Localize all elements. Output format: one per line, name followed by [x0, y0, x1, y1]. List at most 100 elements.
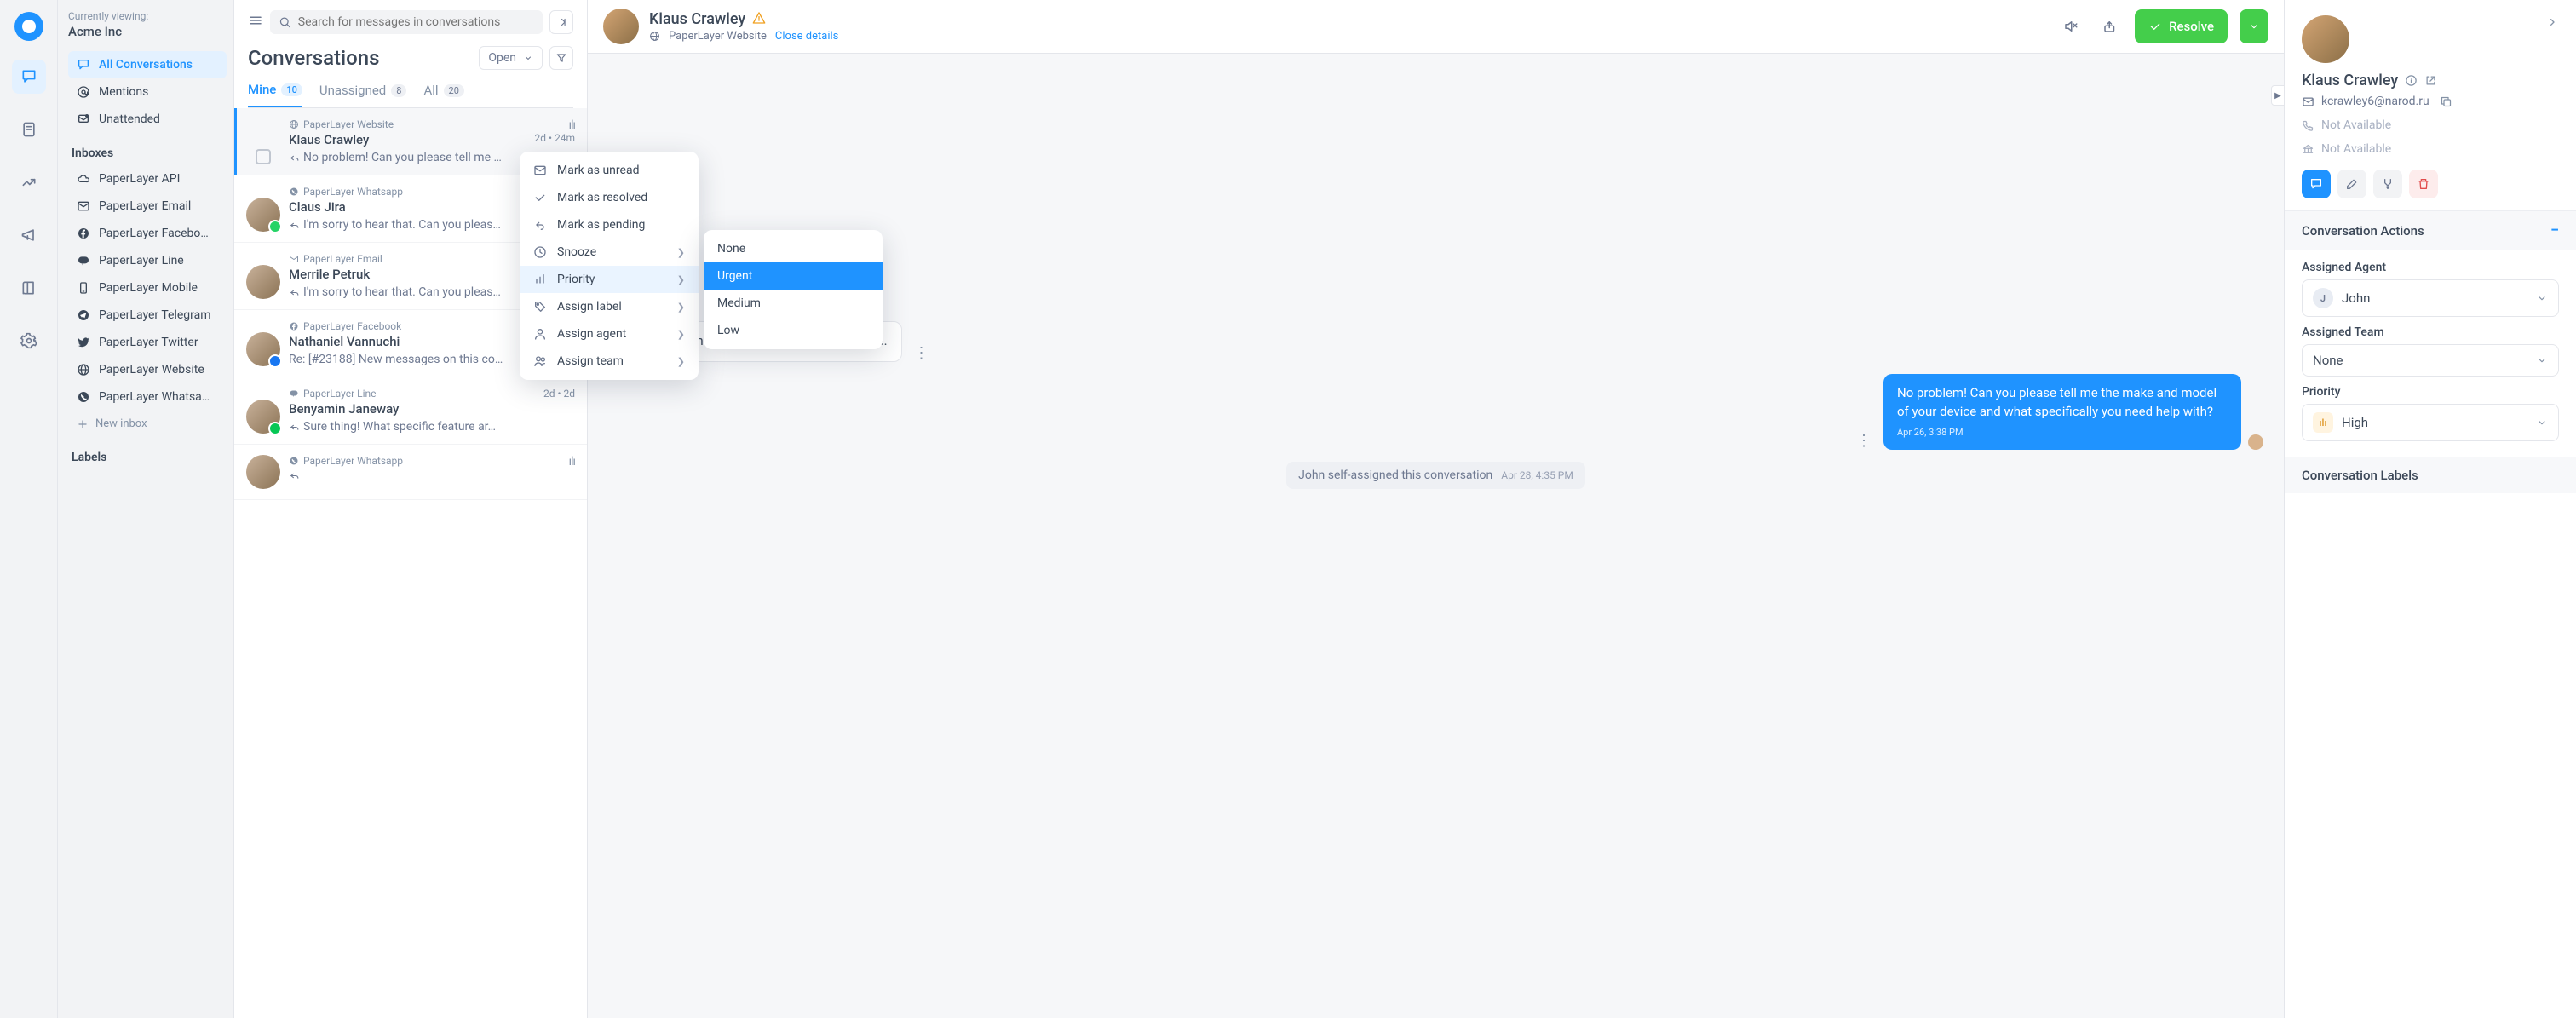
priority-option[interactable]: Low: [704, 317, 883, 344]
new-inbox-button[interactable]: New inbox: [68, 411, 227, 437]
contact-name[interactable]: Klaus Crawley: [649, 10, 745, 28]
search-field[interactable]: [298, 15, 534, 29]
new-conversation-button[interactable]: [2302, 170, 2331, 198]
new-inbox-label: New inbox: [95, 417, 147, 430]
priority-value: High: [2342, 415, 2368, 430]
conversation-actions-header[interactable]: Conversation Actions −: [2285, 210, 2576, 250]
contact-avatar[interactable]: [603, 9, 639, 44]
collapse-details-handle[interactable]: ▶: [2271, 85, 2285, 106]
context-menu-item[interactable]: Snooze❯: [520, 239, 699, 266]
check-icon: [2148, 20, 2162, 33]
priority-dropdown[interactable]: ılı High: [2302, 404, 2559, 441]
inbox-item[interactable]: PaperLayer Website: [68, 356, 227, 383]
details-panel: Klaus Crawley kcrawley6@narod.ru Not Ava…: [2285, 0, 2576, 1018]
rail-reports-icon[interactable]: [12, 165, 46, 199]
context-menu-item[interactable]: Mark as pending: [520, 211, 699, 239]
context-menu-item[interactable]: Priority❯NoneUrgentMediumLow: [520, 266, 699, 293]
resolve-dropdown[interactable]: [2240, 9, 2268, 43]
context-menu-item[interactable]: Assign label❯: [520, 293, 699, 320]
conversation-contact-name: Benyamin Janeway: [289, 401, 535, 417]
context-menu-item[interactable]: Mark as unread: [520, 157, 699, 184]
tab-mine[interactable]: Mine10: [248, 82, 302, 107]
external-link-icon[interactable]: [2424, 74, 2437, 87]
user-icon: [533, 327, 547, 341]
mention-icon: [77, 85, 90, 99]
info-icon[interactable]: [2405, 74, 2418, 87]
line-icon: [289, 388, 299, 399]
priority-option[interactable]: None: [704, 235, 883, 262]
context-menu-item[interactable]: Assign agent❯: [520, 320, 699, 348]
details-expand-chevron[interactable]: [2545, 15, 2559, 32]
tab-count: 10: [281, 83, 302, 96]
conversation-item[interactable]: PaperLayer Whatsapp ılı: [234, 445, 587, 500]
app-logo[interactable]: [14, 12, 43, 41]
message-bubble[interactable]: No problem! Can you please tell me the m…: [1883, 374, 2241, 450]
filter-button[interactable]: [549, 46, 573, 70]
toggle-sidebar-button[interactable]: [248, 13, 263, 32]
rail-contacts-icon[interactable]: [12, 112, 46, 147]
users-icon: [533, 354, 547, 368]
send-transcript-button[interactable]: [2096, 12, 2125, 41]
conversation-preview: [289, 470, 561, 481]
mute-button[interactable]: [2056, 12, 2085, 41]
nav-item-mentions[interactable]: Mentions: [68, 78, 227, 106]
rail-conversations-icon[interactable]: [12, 60, 46, 94]
copy-icon[interactable]: [2440, 95, 2452, 108]
assigned-agent-dropdown[interactable]: J John: [2302, 279, 2559, 317]
context-menu-item[interactable]: Mark as resolved: [520, 184, 699, 211]
whatsapp-icon: [77, 390, 90, 404]
priority-option[interactable]: Medium: [704, 290, 883, 317]
tab-count: 8: [391, 84, 406, 97]
merge-contact-button[interactable]: [2373, 170, 2402, 198]
message-menu-button[interactable]: ⋮: [1851, 432, 1877, 450]
rail-campaigns-icon[interactable]: [12, 218, 46, 252]
whatsapp-icon: [289, 187, 299, 197]
conversation-item[interactable]: PaperLayer Line Benyamin Janeway Sure th…: [234, 377, 587, 445]
search-input[interactable]: [270, 10, 543, 34]
status-filter-value: Open: [488, 51, 516, 65]
context-menu-item[interactable]: Assign team❯: [520, 348, 699, 375]
message-menu-button[interactable]: ⋮: [909, 344, 934, 362]
mail-icon: [77, 199, 90, 213]
tag-icon: [533, 300, 547, 313]
contact-avatar-large[interactable]: [2302, 15, 2349, 63]
conversation-labels-header[interactable]: Conversation Labels: [2285, 457, 2576, 493]
delete-contact-button[interactable]: [2409, 170, 2438, 198]
goto-last-button[interactable]: [549, 10, 573, 34]
globe-icon: [77, 363, 90, 377]
rail-help-icon[interactable]: [12, 271, 46, 305]
plus-icon: [77, 418, 89, 430]
chevron-down-icon: [2536, 417, 2548, 428]
tab-unassigned[interactable]: Unassigned8: [319, 82, 407, 107]
system-note-timestamp: Apr 28, 4:35 PM: [1501, 469, 1573, 481]
conversation-time: 2d • 2d: [543, 388, 575, 400]
inbox-item[interactable]: PaperLayer Telegram: [68, 302, 227, 329]
chat-icon: [77, 58, 90, 72]
inbox-item[interactable]: PaperLayer Twitter: [68, 329, 227, 356]
contact-email[interactable]: kcrawley6@narod.ru: [2321, 95, 2429, 108]
status-filter-dropdown[interactable]: Open: [479, 46, 543, 70]
nav-item-all-conversations[interactable]: All Conversations: [68, 51, 227, 78]
inbox-item[interactable]: PaperLayer Whatsa…: [68, 383, 227, 411]
priority-option[interactable]: Urgent: [704, 262, 883, 290]
inbox-item[interactable]: PaperLayer Email: [68, 193, 227, 220]
inbox-item[interactable]: PaperLayer API: [68, 165, 227, 193]
chevron-right-icon: ❯: [677, 247, 685, 258]
inbox-item[interactable]: PaperLayer Facebo…: [68, 220, 227, 247]
conversation-contact-name: Nathaniel Vannuchi: [289, 334, 535, 349]
tab-all[interactable]: All20: [423, 82, 463, 107]
viewing-account-name[interactable]: Acme Inc: [68, 24, 227, 39]
priority-indicator-icon: ılı: [569, 118, 575, 132]
edit-contact-button[interactable]: [2337, 170, 2366, 198]
outgoing-message: ⋮ No problem! Can you please tell me the…: [608, 374, 2263, 450]
inbox-item[interactable]: PaperLayer Mobile: [68, 274, 227, 302]
close-details-link[interactable]: Close details: [775, 30, 838, 43]
resolve-button[interactable]: Resolve: [2135, 9, 2228, 43]
inbox-item[interactable]: PaperLayer Line: [68, 247, 227, 274]
rail-settings-icon[interactable]: [12, 324, 46, 358]
reply-icon: [289, 470, 300, 481]
nav-item-unattended[interactable]: Unattended: [68, 106, 227, 133]
conversation-preview: Re: [#23188] New messages on this co…: [289, 353, 535, 366]
select-checkbox[interactable]: [256, 149, 271, 164]
assigned-team-dropdown[interactable]: None: [2302, 344, 2559, 377]
